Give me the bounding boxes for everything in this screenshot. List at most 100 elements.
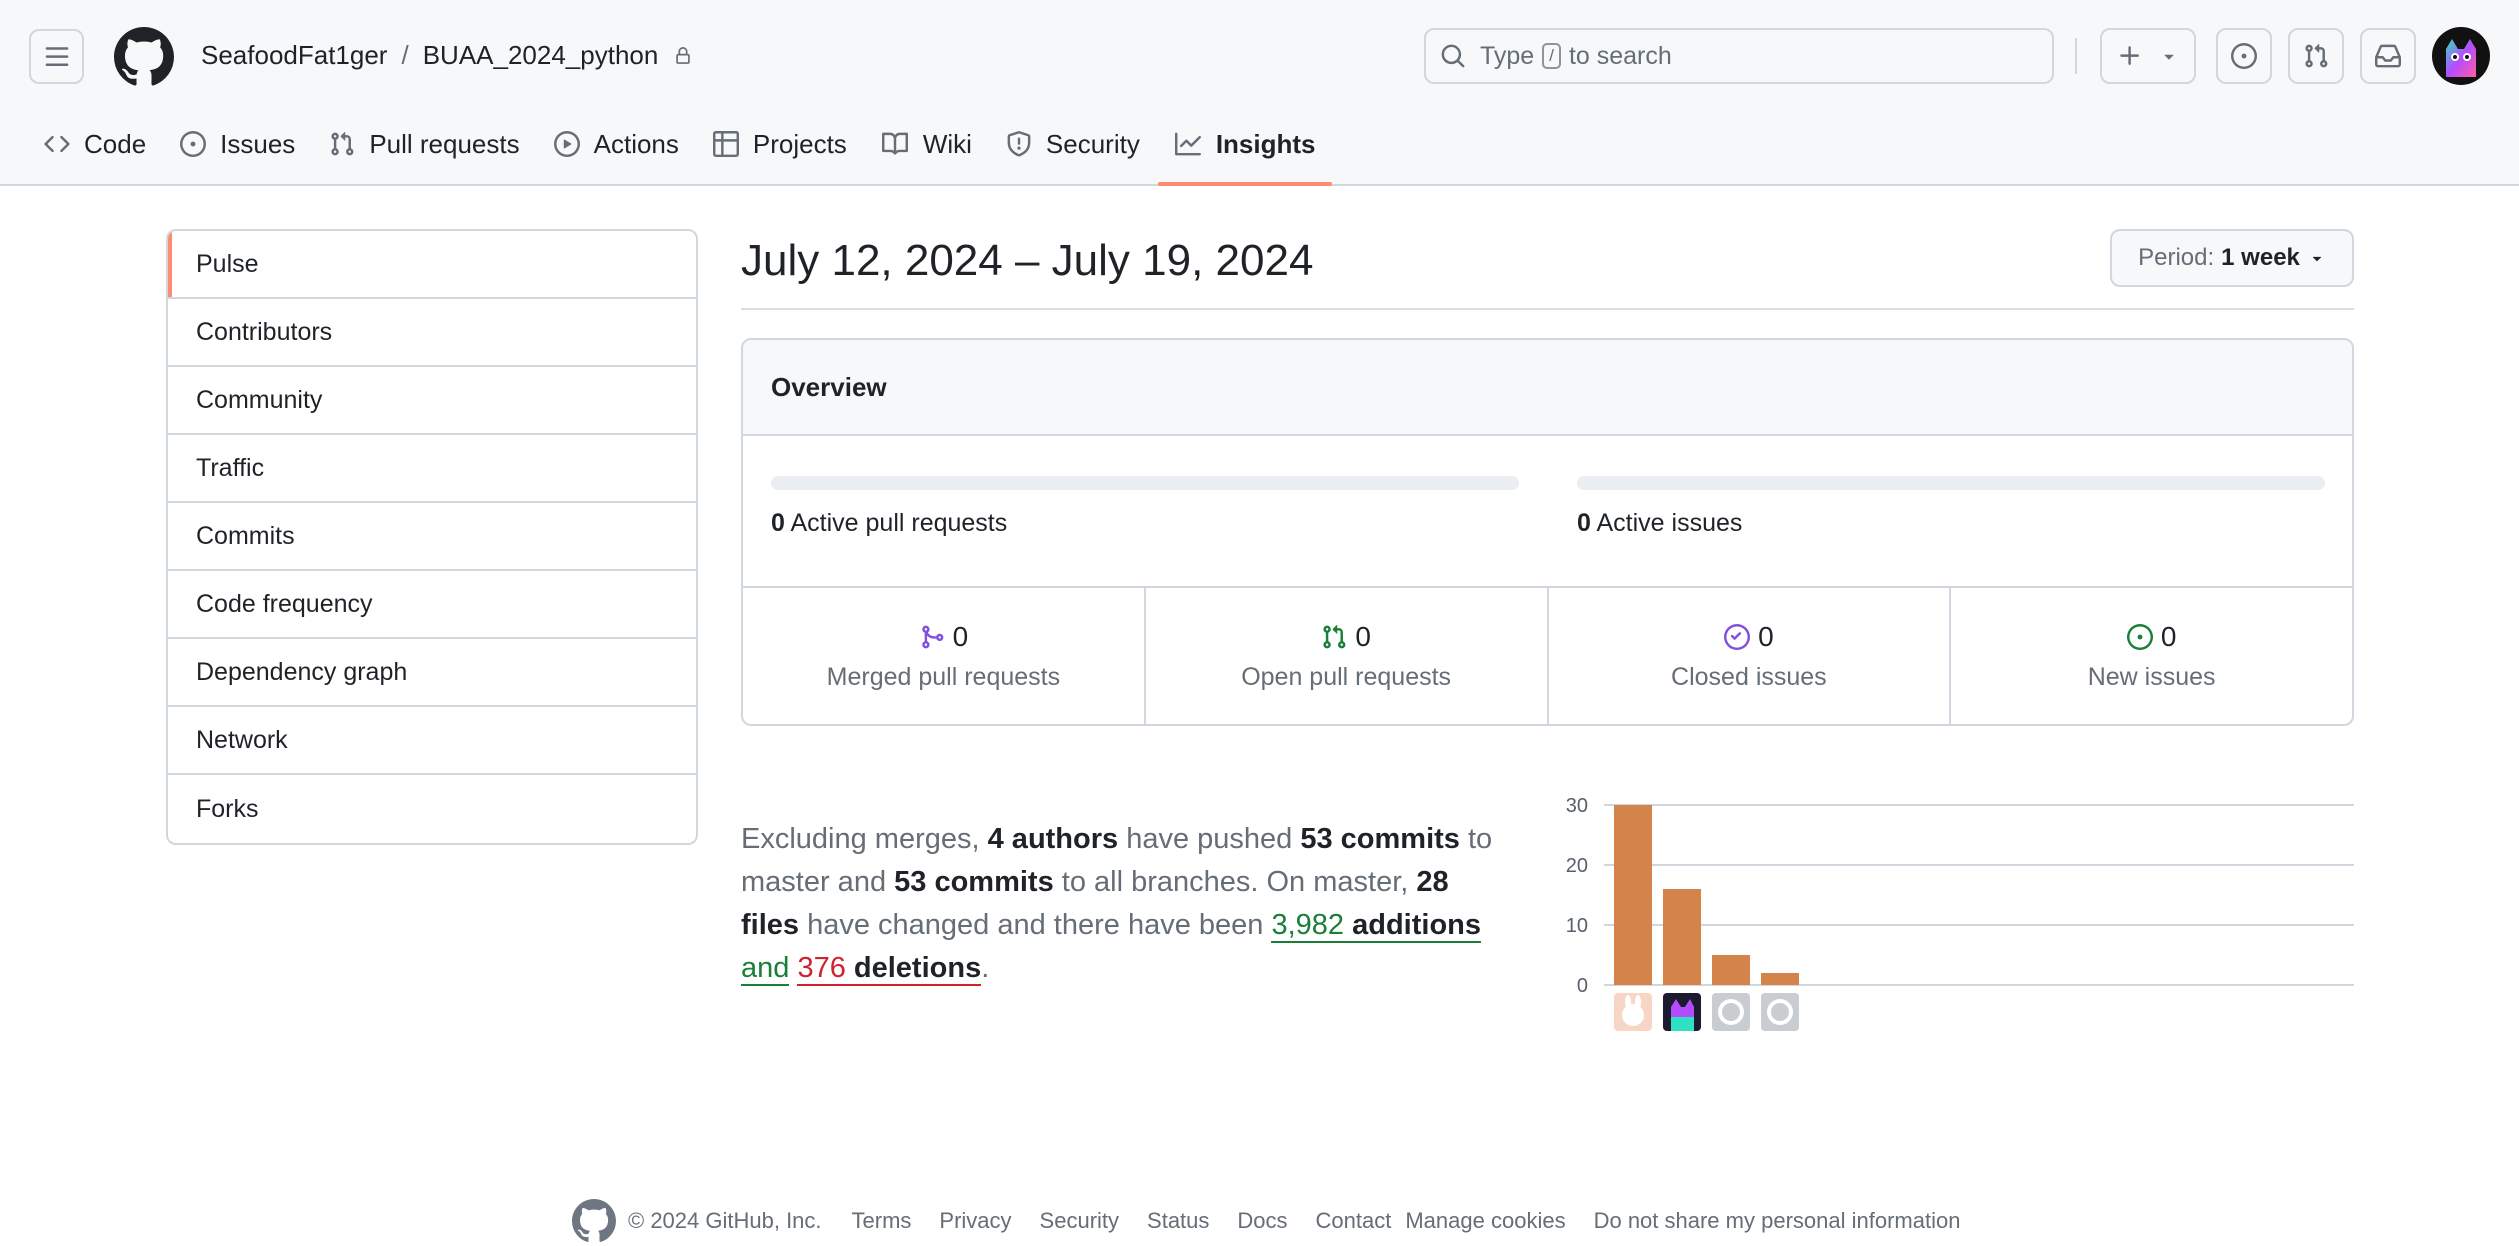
period-dropdown[interactable]: Period: 1 week — [2110, 229, 2354, 287]
tab-pull-requests[interactable]: Pull requests — [313, 118, 535, 170]
create-new-button[interactable] — [2100, 28, 2196, 84]
default-avatar-icon — [1722, 1003, 1740, 1021]
y-tick-label: 20 — [1566, 855, 1588, 877]
sidebar-item-network[interactable]: Network — [168, 707, 696, 775]
pull-request-icon — [331, 131, 354, 156]
tab-issues[interactable]: Issues — [164, 118, 311, 170]
footer-link-manage-cookies[interactable]: Manage cookies — [1405, 1208, 1565, 1234]
tab-insights[interactable]: Insights — [1157, 118, 1332, 186]
github-logo-icon[interactable] — [114, 27, 174, 87]
footer-link-terms[interactable]: Terms — [852, 1208, 912, 1234]
additions-word: additions — [1352, 909, 1482, 941]
overview-panel: Overview 0 Active pull requests 0 Active… — [741, 338, 2354, 726]
table-icon — [712, 131, 739, 157]
commit-bar — [1761, 973, 1799, 985]
repo-name-link[interactable]: BUAA_2024_python — [423, 40, 659, 71]
sidebar-item-community[interactable]: Community — [168, 367, 696, 435]
search-shortcut-key: / — [1542, 43, 1561, 69]
summary-text: have pushed — [1118, 823, 1301, 855]
new-issues-label: New issues — [2087, 662, 2216, 691]
sidebar-item-dependency-graph[interactable]: Dependency graph — [168, 639, 696, 707]
commit-summary: Excluding merges, 4 authors have pushed … — [741, 818, 1511, 990]
commit-bar — [1663, 889, 1701, 985]
footer-link-docs[interactable]: Docs — [1237, 1208, 1287, 1234]
closed-issues-stat[interactable]: 0 Closed issues — [1549, 588, 1952, 724]
github-mark-icon[interactable] — [572, 1199, 616, 1243]
overview-stats: 0 Merged pull requests 0 Open pull reque… — [743, 588, 2352, 724]
merged-prs-label: Merged pull requests — [826, 662, 1061, 691]
triangle-down-icon — [2312, 256, 2321, 262]
sidebar-item-contributors[interactable]: Contributors — [168, 299, 696, 367]
new-issues-count: 0 — [2160, 620, 2177, 652]
search-placeholder-suffix: to search — [1568, 41, 1672, 70]
inbox-button[interactable] — [2360, 28, 2416, 84]
commit-bar — [1614, 805, 1652, 985]
triangle-down-icon — [2164, 54, 2174, 60]
sidebar-item-pulse[interactable]: Pulse — [168, 231, 696, 299]
open-prs-count: 0 — [1355, 620, 1371, 652]
book-icon — [881, 132, 908, 155]
lock-icon — [676, 46, 691, 64]
bunny-avatar-icon — [1635, 995, 1641, 1009]
tab-label: Issues — [220, 128, 296, 159]
active-prs-count: 0 — [771, 509, 785, 537]
sidebar-item-code-frequency[interactable]: Code frequency — [168, 571, 696, 639]
repo-owner-link[interactable]: SeafoodFat1ger — [201, 40, 387, 71]
header-divider — [2075, 38, 2077, 74]
user-avatar[interactable] — [2432, 27, 2490, 85]
period-value: 1 week — [2221, 244, 2300, 271]
active-issues-summary[interactable]: 0 Active issues — [1577, 509, 1742, 538]
merge-icon — [921, 625, 943, 648]
page-title: July 12, 2024 – July 19, 2024 — [741, 236, 1314, 285]
footer-link-security[interactable]: Security — [1040, 1208, 1119, 1234]
summary-text: and — [741, 952, 790, 984]
bunny-avatar-icon — [1625, 995, 1631, 1009]
pull-requests-button[interactable] — [2288, 28, 2344, 84]
new-issues-stat[interactable]: 0 New issues — [1951, 588, 2352, 724]
play-icon — [553, 131, 580, 157]
issues-button[interactable] — [2216, 28, 2272, 84]
footer-link-contact[interactable]: Contact — [1316, 1208, 1392, 1234]
sidebar-item-traffic[interactable]: Traffic — [168, 435, 696, 503]
tab-label: Pull requests — [369, 128, 520, 159]
tab-wiki[interactable]: Wiki — [865, 118, 988, 170]
tab-security[interactable]: Security — [990, 118, 1156, 170]
search-input[interactable]: Type / to search — [1424, 28, 2054, 84]
code-icon — [44, 135, 70, 153]
insights-sidebar: Pulse Contributors Community Traffic Com… — [166, 229, 698, 845]
tab-label: Wiki — [922, 128, 972, 159]
menu-button[interactable] — [29, 29, 84, 84]
summary-authors: 4 authors — [987, 823, 1119, 855]
deletions-link[interactable]: 376 deletions — [797, 952, 982, 986]
footer-link-status[interactable]: Status — [1147, 1208, 1209, 1234]
active-prs-label: Active pull requests — [790, 509, 1008, 537]
global-header: SeafoodFat1ger / BUAA_2024_python Type /… — [0, 0, 2519, 186]
merged-prs-count: 0 — [952, 620, 969, 652]
issue-closed-icon — [1724, 623, 1751, 650]
additions-count: 3,982 — [1271, 909, 1345, 941]
tab-label: Insights — [1215, 128, 1316, 159]
sidebar-item-forks[interactable]: Forks — [168, 775, 696, 843]
overview-title: Overview — [743, 340, 2352, 436]
bunny-avatar-icon — [1622, 1004, 1644, 1026]
open-prs-stat[interactable]: 0 Open pull requests — [1146, 588, 1549, 724]
footer-link-do-not-share[interactable]: Do not share my personal information — [1594, 1208, 1961, 1234]
issue-opened-icon — [2231, 43, 2257, 69]
tab-projects[interactable]: Projects — [697, 118, 863, 170]
deletions-count: 376 — [797, 952, 846, 984]
breadcrumb-separator: / — [401, 40, 409, 70]
footer-link-privacy[interactable]: Privacy — [939, 1208, 1011, 1234]
active-prs-summary[interactable]: 0 Active pull requests — [771, 509, 1007, 538]
merged-prs-stat[interactable]: 0 Merged pull requests — [743, 588, 1146, 724]
y-tick-label: 30 — [1566, 795, 1588, 817]
pull-request-icon — [1323, 624, 1346, 648]
y-tick-label: 10 — [1566, 915, 1588, 937]
tab-code[interactable]: Code — [28, 118, 162, 170]
sidebar-item-commits[interactable]: Commits — [168, 503, 696, 571]
tab-actions[interactable]: Actions — [538, 118, 695, 170]
tab-label: Actions — [593, 128, 679, 159]
shield-icon — [1007, 131, 1031, 157]
tab-label: Projects — [752, 128, 847, 159]
footer-copyright: © 2024 GitHub, Inc. — [628, 1208, 822, 1233]
summary-text: have changed and there have been — [799, 909, 1272, 941]
